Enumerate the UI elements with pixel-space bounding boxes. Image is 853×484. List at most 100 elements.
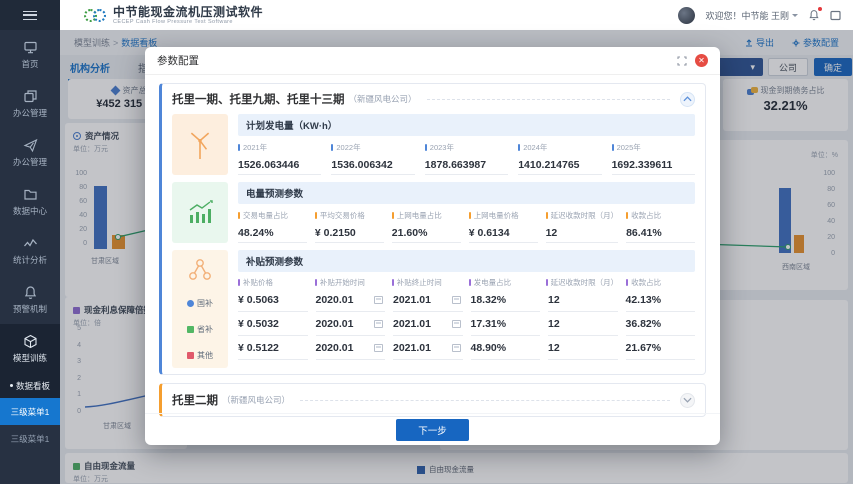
subsidy-end-input[interactable]: 2021.01 [393, 288, 463, 312]
collapse-button[interactable] [680, 92, 695, 107]
dashed-divider [427, 99, 670, 100]
chevron-up-icon [683, 96, 692, 102]
close-icon[interactable]: ✕ [695, 54, 708, 67]
subsidy-row-national: ¥ 0.5063 2020.01 2021.01 18.32% 12 42.13… [238, 288, 695, 312]
sidebar-level3-item[interactable]: 三级菜单1 [0, 425, 60, 452]
row-label-text: 省补 [197, 324, 213, 335]
screen-icon [830, 10, 841, 21]
label-tick [315, 212, 317, 219]
field-label: 上网电量价格 [474, 210, 519, 221]
dashed-divider [300, 400, 670, 401]
notifications-button[interactable] [808, 9, 820, 21]
generation-ratio-input[interactable]: 48.90% [471, 336, 541, 360]
collection-ratio-input[interactable]: 36.82% [626, 312, 696, 336]
sidebar-item-model-training[interactable]: 模型训练 [0, 324, 60, 373]
grid-price-input[interactable]: ¥ 0.6134 [469, 223, 538, 243]
expand-section-button[interactable] [680, 393, 695, 408]
field-label: 收款占比 [631, 210, 661, 221]
subsidy-price-input[interactable]: ¥ 0.5063 [238, 288, 308, 312]
calendar-icon[interactable] [452, 320, 461, 328]
field-collection-ratio: 收款占比 86.41% [626, 210, 695, 243]
subsidy-end-input[interactable]: 2021.01 [393, 336, 463, 360]
calendar-icon[interactable] [374, 344, 383, 352]
sidebar-item-label: 统计分析 [13, 254, 47, 266]
user-menu[interactable]: 欢迎您！中节能 王刚 [705, 9, 798, 22]
delay-months-input[interactable]: 12 [548, 288, 618, 312]
generation-2023-input[interactable]: 1878.663987 [425, 155, 508, 175]
subsidy-start-input[interactable]: 2020.01 [316, 288, 386, 312]
collection-ratio-input[interactable]: 42.13% [626, 288, 696, 312]
subsidy-price-input[interactable]: ¥ 0.5122 [238, 336, 308, 360]
param-config-modal: 参数配置 ✕ 托里一期、托里九期、托里十三期 （新疆风电公司） [145, 47, 720, 445]
expand-icon[interactable] [677, 56, 687, 66]
sidebar-subitem-label: 数据看板 [16, 380, 50, 392]
calendar-icon[interactable] [452, 296, 461, 304]
avg-price-input[interactable]: ¥ 0.2150 [315, 223, 384, 243]
sidebar-subitem-dashboard[interactable]: 数据看板 [0, 373, 60, 398]
subsidy-price-input[interactable]: ¥ 0.5032 [238, 312, 308, 336]
sidebar-item-data-center[interactable]: 数据中心 [0, 177, 60, 226]
field-2024: 2024年 1410.214765 [518, 142, 601, 175]
subsidy-start-input[interactable]: 2020.01 [316, 336, 386, 360]
block-title: 计划发电量（KW·h） [238, 114, 695, 136]
power-forecast-block: 电量预测参数 交易电量占比 48.24% 平均交易价格 ¥ 0.2150 [172, 182, 695, 243]
sidebar: 首页 办公管理 办公管理 数据中心 统计分析 预警机制 模型训练 [0, 0, 60, 484]
calendar-icon[interactable] [452, 344, 461, 352]
section-company: （新疆风电公司） [349, 93, 417, 105]
calendar-icon[interactable] [374, 296, 383, 304]
sidebar-item-warning[interactable]: 预警机制 [0, 275, 60, 324]
label-tick [626, 279, 628, 286]
sidebar-active-group: 模型训练 数据看板 [0, 324, 60, 398]
generation-2021-input[interactable]: 1526.063446 [238, 155, 321, 175]
subsidy-row-other: ¥ 0.5122 2020.01 2021.01 48.90% 12 21.67… [238, 336, 695, 360]
collection-ratio-input[interactable]: 86.41% [626, 223, 695, 243]
calendar-icon[interactable] [374, 320, 383, 328]
column-label: 补贴开始时间 [320, 277, 365, 288]
subsidy-start-input[interactable]: 2020.01 [316, 312, 386, 336]
app-subtitle: CECEP Cash Flow Pressure Test Software [113, 19, 263, 25]
field-label: 平均交易价格 [320, 210, 365, 221]
network-icon [187, 250, 213, 290]
logo-ring-blue [93, 9, 106, 22]
sidebar-item-label: 办公管理 [13, 107, 47, 119]
modal-title: 参数配置 [157, 53, 199, 68]
date-text: 2021.01 [393, 342, 431, 354]
bullet-icon [10, 384, 13, 387]
app-title: 中节能现金流机压测试软件 [113, 6, 263, 19]
column-label: 延迟收款时限（月） [551, 277, 619, 288]
user-avatar[interactable] [678, 7, 695, 24]
field-2023: 2023年 1878.663987 [425, 142, 508, 175]
sidebar-level3-item-active[interactable]: 三级菜单1 [0, 398, 60, 425]
collection-ratio-input[interactable]: 21.67% [626, 336, 696, 360]
row-label-national: 国补 [187, 290, 213, 316]
date-text: 2020.01 [316, 318, 354, 330]
generation-2025-input[interactable]: 1692.339611 [612, 155, 695, 175]
sidebar-item-statistics[interactable]: 统计分析 [0, 226, 60, 275]
generation-2024-input[interactable]: 1410.214765 [518, 155, 601, 175]
grid-ratio-input[interactable]: 21.60% [392, 223, 461, 243]
section-title: 托里一期、托里九期、托里十三期 [172, 91, 345, 107]
other-subsidy-icon [187, 352, 194, 359]
column-label: 发电量占比 [474, 277, 512, 288]
sidebar-item-home[interactable]: 首页 [0, 30, 60, 79]
delay-months-input[interactable]: 12 [548, 312, 618, 336]
delay-months-input[interactable]: 12 [546, 223, 619, 243]
generation-ratio-input[interactable]: 18.32% [471, 288, 541, 312]
delay-months-input[interactable]: 12 [548, 336, 618, 360]
folder-icon [23, 187, 38, 202]
subsidy-end-input[interactable]: 2021.01 [393, 312, 463, 336]
welcome-text: 欢迎您！中节能 王刚 [705, 9, 789, 22]
generation-2022-input[interactable]: 1536.006342 [331, 155, 414, 175]
field-grid-price: 上网电量价格 ¥ 0.6134 [469, 210, 538, 243]
trade-ratio-input[interactable]: 48.24% [238, 223, 307, 243]
alarm-bell-icon [23, 285, 38, 300]
next-step-button[interactable]: 下一步 [396, 419, 469, 441]
generation-ratio-input[interactable]: 17.31% [471, 312, 541, 336]
notification-badge [818, 7, 822, 11]
fullscreen-button[interactable] [830, 10, 841, 21]
sidebar-item-office-1[interactable]: 办公管理 [0, 79, 60, 128]
sidebar-item-office-2[interactable]: 办公管理 [0, 128, 60, 177]
provincial-subsidy-icon [187, 326, 194, 333]
column-label: 收款占比 [631, 277, 661, 288]
menu-toggle-button[interactable] [0, 0, 60, 30]
